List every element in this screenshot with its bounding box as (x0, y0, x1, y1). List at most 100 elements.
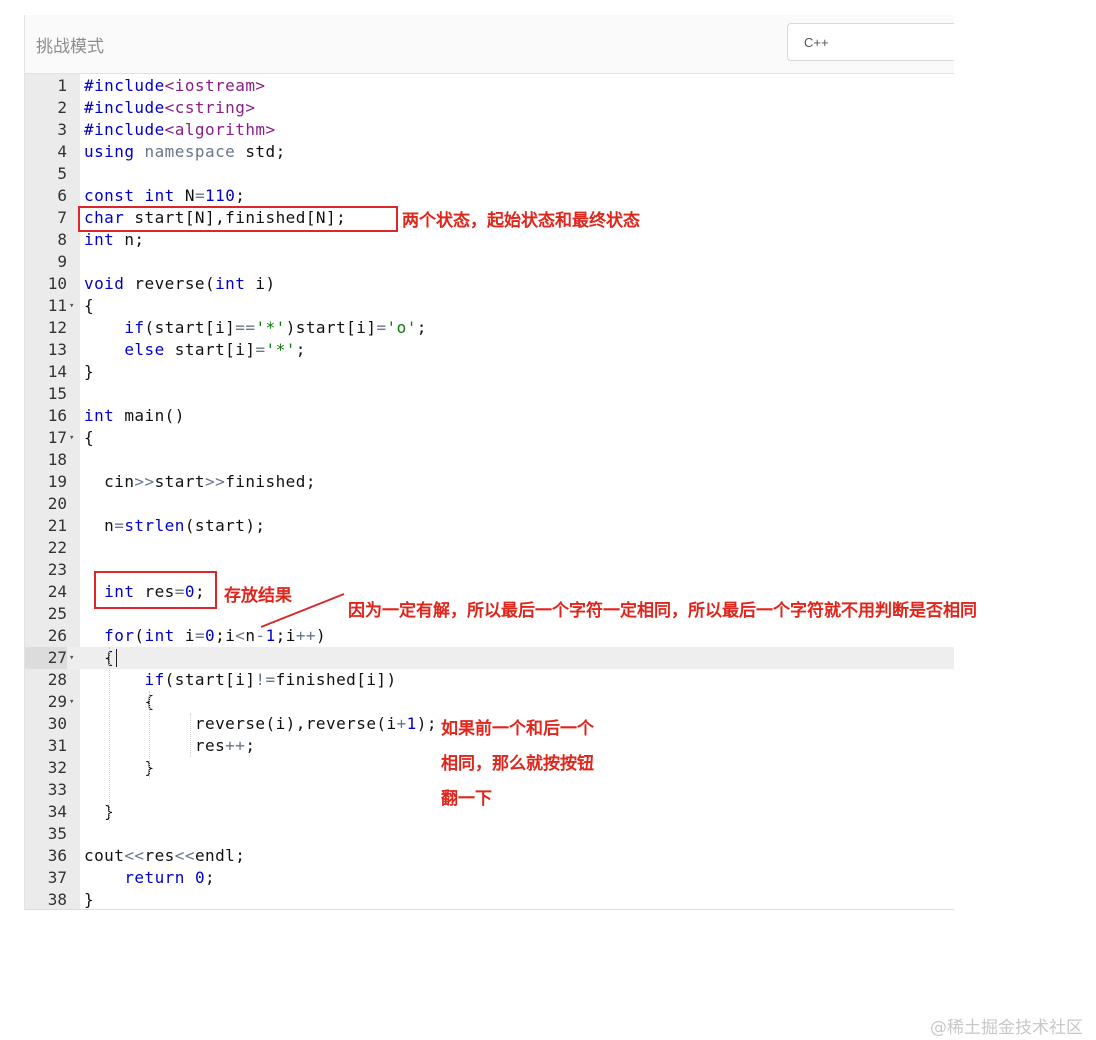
line-number: 8 (57, 230, 67, 249)
line-number: 18 (47, 450, 67, 469)
language-select[interactable]: C++ (787, 23, 954, 61)
code-line[interactable]: 3 #include<algorithm> (25, 119, 954, 141)
code-text: for(int i=0;i<n-1;i++) (84, 625, 326, 647)
line-number: 7 (57, 208, 67, 227)
code-token: ; (235, 186, 246, 205)
code-line[interactable]: 10 void reverse(int i) (25, 273, 954, 295)
line-number: 25 (47, 604, 67, 623)
code-token: = (194, 186, 206, 205)
code-line[interactable]: 35 (25, 823, 954, 845)
code-line[interactable]: 37 return 0; (25, 867, 954, 889)
code-line[interactable]: 4 using namespace std; (25, 141, 954, 163)
code-token: { (84, 692, 155, 711)
code-text: { (84, 427, 94, 449)
code-line[interactable]: 1 #include<iostream> (25, 75, 954, 97)
code-token: for (104, 626, 135, 645)
code-text: if(start[i]=='*')start[i]='o'; (84, 317, 427, 339)
code-line[interactable]: 9 (25, 251, 954, 273)
code-token: if (144, 670, 165, 689)
line-number: 33 (47, 780, 67, 799)
annotation-flip-note-3: 翻一下 (441, 789, 492, 809)
annotation-store-result: 存放结果 (224, 586, 292, 606)
fold-toggle-icon[interactable]: ▾ (69, 691, 74, 713)
code-token: <cstring> (164, 98, 256, 117)
fold-toggle-icon[interactable]: ▾ (69, 295, 74, 317)
code-line[interactable]: 26 for(int i=0;i<n-1;i++) (25, 625, 954, 647)
line-number: 4 (57, 142, 67, 161)
code-token: n (84, 516, 115, 535)
mode-title: 挑战模式 (36, 37, 104, 57)
code-line[interactable]: 14} (25, 361, 954, 383)
line-number: 16 (47, 406, 67, 425)
code-line[interactable]: 2 #include<cstring> (25, 97, 954, 119)
annotation-loop-note: 因为一定有解，所以最后一个字符一定相同，所以最后一个字符就不用判断是否相同 (348, 601, 977, 621)
code-token: namespace (144, 142, 236, 161)
line-number: 36 (47, 846, 67, 865)
code-text: } (84, 889, 94, 909)
code-line[interactable]: 8 int n; (25, 229, 954, 251)
line-number: 32 (47, 758, 67, 777)
code-token: '*' (265, 340, 296, 359)
code-token: void (84, 274, 125, 293)
code-token: ;i (275, 626, 296, 645)
code-line[interactable]: 28 if(start[i]!=finished[i]) (25, 669, 954, 691)
line-number: 10 (47, 274, 67, 293)
annotation-box-res (94, 571, 217, 609)
code-token: ; (295, 340, 306, 359)
code-text: } (84, 757, 155, 779)
line-number: 23 (47, 560, 67, 579)
code-text: using namespace std; (84, 141, 286, 163)
fold-toggle-icon[interactable]: ▾ (69, 427, 74, 449)
code-token: (start[i] (144, 318, 236, 337)
code-token: if (124, 318, 145, 337)
code-line[interactable]: 15 (25, 383, 954, 405)
code-token: int (144, 186, 175, 205)
code-text: } (84, 361, 94, 383)
code-token: cout (84, 846, 125, 865)
code-line[interactable]: 29 ▾ { (25, 691, 954, 713)
annotation-box-state-arrays (78, 206, 398, 232)
code-token: using (84, 142, 135, 161)
annotation-flip-note-1: 如果前一个和后一个 (441, 719, 594, 739)
code-line[interactable]: 5 (25, 163, 954, 185)
code-line[interactable]: 18 (25, 449, 954, 471)
code-line[interactable]: 27 ▾ { (25, 647, 954, 669)
fold-toggle-icon[interactable]: ▾ (69, 647, 74, 669)
line-number: 22 (47, 538, 67, 557)
code-token: ); (416, 714, 437, 733)
code-line[interactable]: 21 n=strlen(start); (25, 515, 954, 537)
code-line[interactable]: 12 if(start[i]=='*')start[i]='o'; (25, 317, 954, 339)
code-token: { (84, 428, 95, 447)
code-token: ) (316, 626, 327, 645)
code-token: #include (84, 120, 165, 139)
code-token: 0 (205, 626, 216, 645)
code-token: ( (134, 626, 145, 645)
code-token: 110 (205, 186, 236, 205)
code-line[interactable]: 22 (25, 537, 954, 559)
code-line[interactable]: 20 (25, 493, 954, 515)
line-number: 28 (47, 670, 67, 689)
code-line[interactable]: 36 cout<<res<<endl; (25, 845, 954, 867)
code-line[interactable]: 11 ▾ { (25, 295, 954, 317)
line-number: 11 (47, 296, 67, 315)
code-token: (start[i] (164, 670, 256, 689)
code-line[interactable]: 16 int main() (25, 405, 954, 427)
code-line[interactable]: 17 ▾ { (25, 427, 954, 449)
line-number: 5 (57, 164, 67, 183)
indent-guide (190, 713, 191, 757)
code-token: int (84, 406, 115, 425)
code-token: n; (114, 230, 145, 249)
code-token: #include (84, 98, 165, 117)
code-line[interactable]: 6 const int N=110; (25, 185, 954, 207)
code-line[interactable]: 19 cin>>start>>finished; (25, 471, 954, 493)
code-text: int n; (84, 229, 145, 251)
code-token: ; (205, 868, 216, 887)
code-token: finished; (225, 472, 316, 491)
code-line[interactable]: 38} (25, 889, 954, 909)
code-token: } (84, 758, 155, 777)
code-line[interactable]: 13 else start[i]='*'; (25, 339, 954, 361)
code-text: cout<<res<<endl; (84, 845, 245, 867)
line-number: 21 (47, 516, 67, 535)
line-number: 9 (57, 252, 67, 271)
